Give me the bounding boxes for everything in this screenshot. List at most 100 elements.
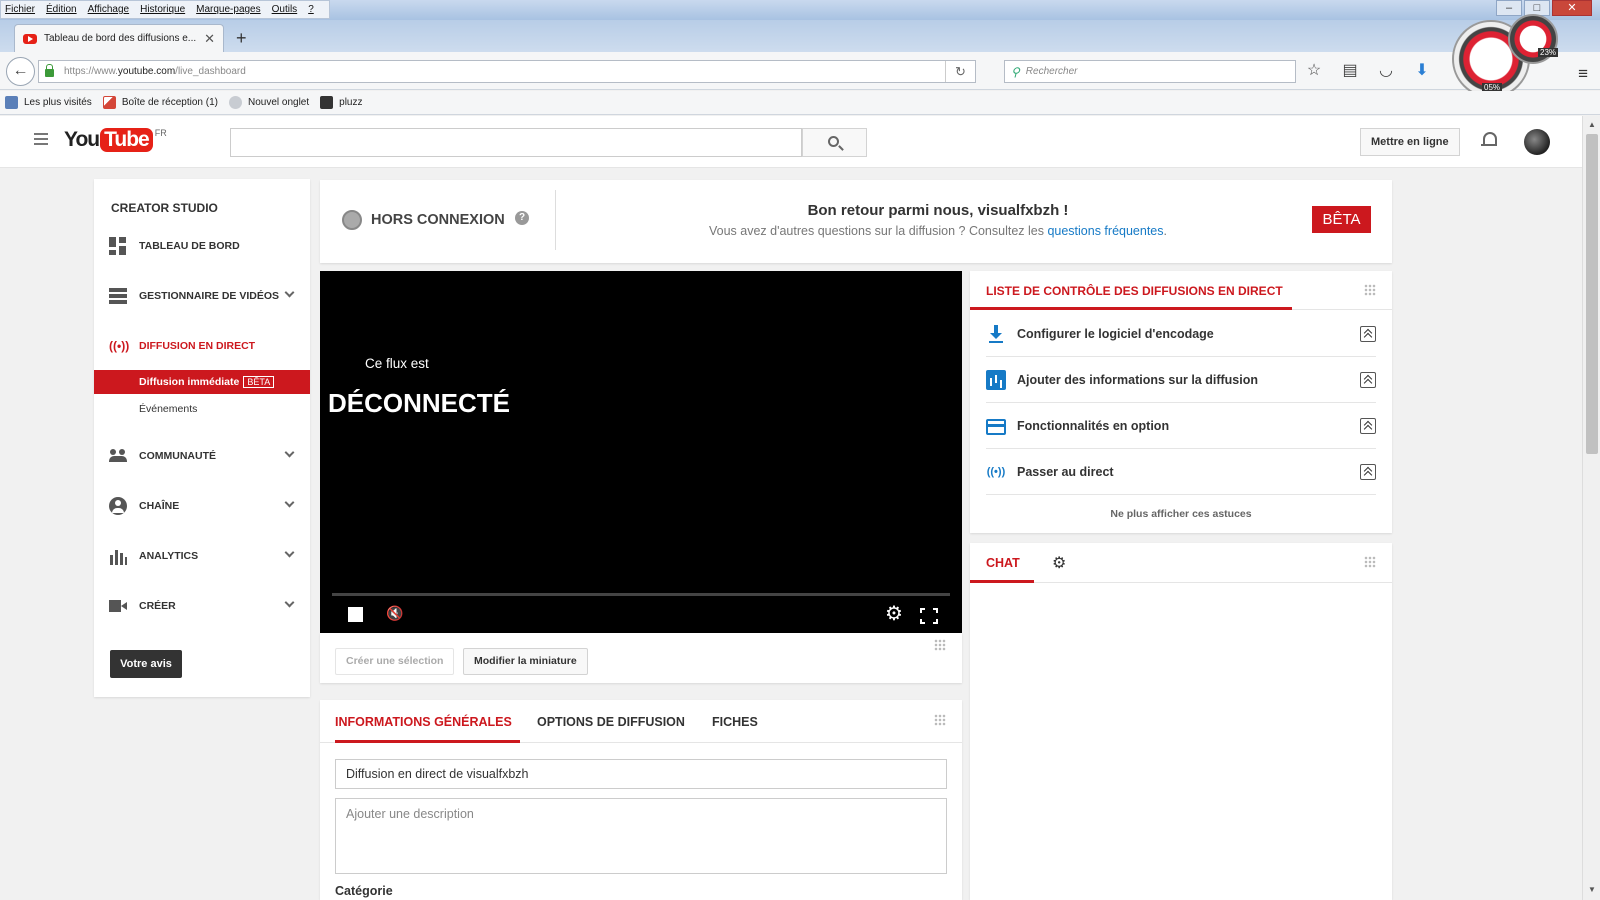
- pocket-icon[interactable]: ◡: [1376, 61, 1396, 81]
- sidebar-item-live-broadcast[interactable]: ((•)) DIFFUSION EN DIRECT: [109, 335, 299, 357]
- menu-fichier[interactable]: Fichier: [5, 4, 35, 15]
- menu-marque-pages[interactable]: Marque-pages: [196, 4, 260, 15]
- bookmark-gmail[interactable]: Boîte de réception (1): [102, 96, 218, 109]
- faq-link[interactable]: questions fréquentes: [1047, 224, 1163, 238]
- upload-button[interactable]: Mettre en ligne: [1360, 128, 1460, 156]
- menu-affichage[interactable]: Affichage: [88, 4, 130, 15]
- sidebar-item-analytics[interactable]: ANALYTICS: [109, 545, 299, 567]
- bookmark-new-tab[interactable]: Nouvel onglet: [228, 96, 309, 109]
- notifications-bell-icon[interactable]: [1481, 131, 1497, 149]
- card-icon: [986, 418, 1006, 435]
- new-tab-button[interactable]: +: [236, 28, 247, 49]
- downloads-icon[interactable]: ⬇: [1412, 61, 1432, 81]
- chevron-down-icon: [284, 597, 295, 608]
- minimize-button[interactable]: –: [1496, 0, 1522, 16]
- search-engine-icon: ⚲: [1011, 64, 1020, 79]
- collapse-icon[interactable]: [1360, 371, 1376, 388]
- edit-thumbnail-button[interactable]: Modifier la miniature: [463, 648, 588, 675]
- youtube-logo[interactable]: You Tube FR: [64, 128, 167, 152]
- create-clip-button[interactable]: Créer une sélection: [335, 648, 455, 675]
- back-button[interactable]: ←: [6, 57, 35, 86]
- youtube-search-button[interactable]: [802, 128, 867, 157]
- url-bar[interactable]: https://www.youtube.com/live_dashboard ↻: [38, 60, 976, 83]
- hide-tips-link[interactable]: Ne plus afficher ces astuces: [970, 508, 1392, 520]
- avatar[interactable]: [1524, 129, 1550, 155]
- checklist-item-encoder[interactable]: Configurer le logiciel d'encodage: [986, 311, 1376, 357]
- live-broadcast-icon: ((•)): [109, 339, 130, 353]
- sidebar-item-dashboard[interactable]: TABLEAU DE BORD: [109, 235, 299, 257]
- creator-studio-sidebar: CREATOR STUDIO TABLEAU DE BORD GESTIONNA…: [94, 179, 310, 697]
- live-checklist-panel: LISTE DE CONTRÔLE DES DIFFUSIONS EN DIRE…: [970, 271, 1392, 533]
- help-icon[interactable]: ?: [515, 211, 529, 225]
- stream-preview-player[interactable]: Ce flux est DÉCONNECTÉ 🔇 ⚙: [320, 271, 962, 633]
- browser-search-bar[interactable]: ⚲ Rechercher: [1004, 60, 1296, 83]
- sidebar-item-create[interactable]: CRÉER: [109, 595, 299, 617]
- scrollbar-thumb[interactable]: [1586, 134, 1598, 454]
- chat-header-underline: [970, 580, 1034, 583]
- player-progress-bar[interactable]: [332, 593, 950, 596]
- sidebar-item-community[interactable]: COMMUNAUTÉ: [109, 445, 299, 467]
- browser-tab-active[interactable]: Tableau de bord des diffusions e... ✕: [14, 24, 224, 52]
- browser-menu-icon[interactable]: ≡: [1578, 64, 1588, 84]
- stream-description-textarea[interactable]: Ajouter une description: [335, 798, 947, 874]
- drag-handle-icon[interactable]: [1364, 556, 1376, 568]
- most-visited-icon: [5, 96, 18, 109]
- toolbar-icons: ☆ ▤ ◡ ⬇: [1304, 61, 1448, 81]
- page-scrollbar[interactable]: ▲ ▼: [1582, 116, 1600, 900]
- menu-edition[interactable]: Édition: [46, 4, 77, 15]
- lock-icon: [45, 64, 54, 77]
- close-window-button[interactable]: ✕: [1552, 0, 1592, 16]
- collapse-icon[interactable]: [1360, 463, 1376, 480]
- reload-icon[interactable]: ↻: [945, 61, 975, 82]
- menu-aide[interactable]: ?: [308, 4, 314, 15]
- menu-outils[interactable]: Outils: [272, 4, 298, 15]
- stream-title-input[interactable]: Diffusion en direct de visualfxbzh: [335, 759, 947, 789]
- bookmark-most-visited[interactable]: Les plus visités: [5, 96, 92, 109]
- download-icon: [986, 324, 1006, 344]
- player-settings-icon[interactable]: ⚙: [885, 601, 903, 626]
- feedback-button[interactable]: Votre avis: [110, 650, 182, 678]
- live-chat-panel: CHAT ⚙: [970, 543, 1392, 900]
- sidebar-item-video-manager[interactable]: GESTIONNAIRE DE VIDÉOS: [109, 285, 299, 307]
- sidebar-item-channel[interactable]: CHAÎNE: [109, 495, 299, 517]
- stop-icon[interactable]: [348, 607, 363, 622]
- drag-handle-icon[interactable]: [1364, 284, 1376, 296]
- browser-navbar: ← https://www.youtube.com/live_dashboard…: [0, 52, 1600, 90]
- browser-search-placeholder: Rechercher: [1025, 66, 1078, 77]
- dashboard-icon: [109, 237, 127, 255]
- guide-menu-icon[interactable]: [34, 133, 48, 145]
- mute-icon[interactable]: 🔇: [386, 605, 403, 622]
- scroll-down-arrow-icon[interactable]: ▼: [1588, 885, 1596, 894]
- checklist-item-optional-features[interactable]: Fonctionnalités en option: [986, 403, 1376, 449]
- faq-hint: Vous avez d'autres questions sur la diff…: [708, 224, 1167, 238]
- youtube-favicon-icon: [23, 33, 37, 44]
- chevron-down-icon: [284, 547, 295, 558]
- sidebar-subitem-events[interactable]: Événements: [139, 403, 197, 415]
- menu-list: Fichier Édition Affichage Historique Mar…: [0, 0, 330, 19]
- youtube-header: You Tube FR Mettre en ligne: [0, 116, 1582, 168]
- chat-settings-icon[interactable]: ⚙: [1052, 553, 1066, 573]
- drag-handle-icon[interactable]: [934, 714, 946, 726]
- scroll-up-arrow-icon[interactable]: ▲: [1588, 120, 1596, 129]
- bookmark-pluzz[interactable]: pluzz: [320, 96, 363, 109]
- checklist-item-go-live[interactable]: ((•)) Passer au direct: [986, 449, 1376, 495]
- drag-handle-icon[interactable]: [934, 639, 946, 651]
- info-chart-icon: [986, 369, 1006, 390]
- tab-title: Tableau de bord des diffusions e...: [44, 33, 197, 44]
- tab-general-info[interactable]: INFORMATIONS GÉNÉRALES: [335, 715, 512, 729]
- sidebar-subitem-stream-now[interactable]: Diffusion immédiate BÊTA: [94, 370, 310, 394]
- checklist-item-stream-info[interactable]: Ajouter des informations sur la diffusio…: [986, 357, 1376, 403]
- collapse-icon[interactable]: [1360, 325, 1376, 342]
- menu-historique[interactable]: Historique: [140, 4, 185, 15]
- tab-cards[interactable]: FICHES: [712, 715, 758, 729]
- youtube-search-input[interactable]: [230, 128, 802, 157]
- tab-stream-options[interactable]: OPTIONS DE DIFFUSION: [537, 715, 685, 729]
- tab-close-icon[interactable]: ✕: [204, 31, 215, 47]
- collapse-icon[interactable]: [1360, 417, 1376, 434]
- player-message-line1: Ce flux est: [365, 356, 429, 371]
- chat-title[interactable]: CHAT: [986, 556, 1020, 570]
- bookmark-star-icon[interactable]: ☆: [1304, 61, 1324, 81]
- bookmarks-toolbar: Les plus visités Boîte de réception (1) …: [0, 91, 1600, 115]
- reading-list-icon[interactable]: ▤: [1340, 61, 1360, 81]
- fullscreen-icon[interactable]: [920, 608, 938, 624]
